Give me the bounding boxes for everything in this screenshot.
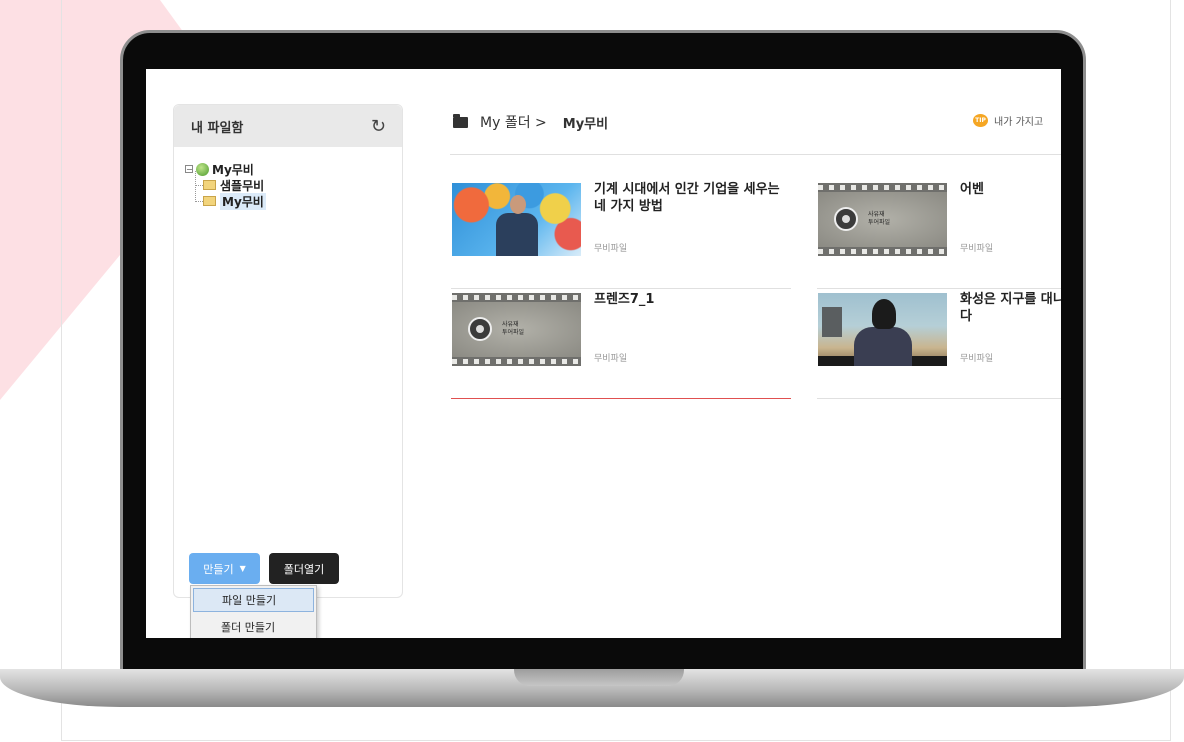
robot-figure xyxy=(822,307,842,337)
tree-item-label: 샘플무비 xyxy=(220,178,265,193)
movie-title[interactable]: 프렌즈7_1 xyxy=(594,291,784,308)
tree-item-label: My무비 xyxy=(220,192,266,210)
movie-card[interactable]: 화성은 지구를 대니다 무비파일 xyxy=(817,289,1061,399)
movie-thumbnail[interactable]: 사유재 투어파일 xyxy=(818,183,947,256)
sidebar-header: 내 파일함 ↻ xyxy=(174,105,402,147)
thumbnail-caption: 사유재 투어파일 xyxy=(502,321,525,336)
film-reel-icon xyxy=(834,207,858,231)
movie-title[interactable]: 기계 시대에서 인간 기업을 세우는 네 가지 방법 xyxy=(594,181,784,215)
folder-icon xyxy=(453,113,468,128)
movie-title[interactable]: 어벤 xyxy=(960,181,1061,198)
create-dropdown-menu: 파일 만들기 폴더 만들기 xyxy=(190,585,317,638)
refresh-icon[interactable]: ↻ xyxy=(371,116,386,137)
movie-type: 무비파일 xyxy=(594,354,628,364)
movie-card[interactable]: 사유재 투어파일 프렌즈7_1 무비파일 xyxy=(451,289,791,399)
laptop-notch xyxy=(514,669,684,686)
movie-card[interactable]: 기계 시대에서 인간 기업을 세우는 네 가지 방법 무비파일 xyxy=(451,179,791,289)
film-perforation xyxy=(452,359,581,364)
film-perforation xyxy=(818,185,947,190)
tip-icon: TIP xyxy=(973,114,988,127)
thumbnail-caption: 사유재 투어파일 xyxy=(868,211,891,226)
caret-down-icon: ▼ xyxy=(239,564,246,573)
open-folder-button[interactable]: 폴더열기 xyxy=(269,553,339,584)
app-screen: 내 파일함 ↻ − My무비 샘플무비 My무비 만들기 ▼ 폴더열기 파일 만… xyxy=(146,69,1061,638)
file-sidebar: 내 파일함 ↻ − My무비 샘플무비 My무비 만들기 ▼ 폴더열기 xyxy=(173,104,403,598)
header-divider xyxy=(450,154,1061,155)
collapse-toggle-icon[interactable]: − xyxy=(185,165,193,174)
folder-tree: − My무비 샘플무비 My무비 xyxy=(185,161,266,210)
menu-item-create-file[interactable]: 파일 만들기 xyxy=(193,588,314,612)
movie-type: 무비파일 xyxy=(960,244,994,254)
create-button-label: 만들기 xyxy=(203,562,234,576)
tip-text: 내가 가지고 xyxy=(994,117,1044,128)
movie-type: 무비파일 xyxy=(960,354,994,364)
film-perforation xyxy=(818,249,947,254)
speaker-figure xyxy=(854,327,912,366)
card-active-underline xyxy=(451,398,791,399)
movie-card[interactable]: 사유재 투어파일 어벤 무비파일 xyxy=(817,179,1061,289)
movie-title[interactable]: 화성은 지구를 대니다 xyxy=(960,291,1061,325)
folder-icon xyxy=(203,180,216,190)
tree-root-label: My무비 xyxy=(212,162,254,177)
film-perforation xyxy=(452,295,581,300)
menu-item-create-folder[interactable]: 폴더 만들기 xyxy=(191,614,316,638)
movie-type: 무비파일 xyxy=(594,244,628,254)
movie-thumbnail[interactable] xyxy=(818,293,947,366)
card-divider xyxy=(817,398,1061,399)
folder-icon xyxy=(203,196,216,206)
movie-thumbnail[interactable]: 사유재 투어파일 xyxy=(452,293,581,366)
speaker-figure xyxy=(496,213,538,256)
speaker-head xyxy=(872,299,896,329)
speaker-head xyxy=(510,195,526,214)
movie-thumbnail[interactable] xyxy=(452,183,581,256)
breadcrumb-current: My무비 xyxy=(562,116,609,132)
tip-banner[interactable]: TIP 내가 가지고 xyxy=(973,113,1043,128)
tree-item-sample[interactable]: 샘플무비 xyxy=(195,171,266,193)
create-button[interactable]: 만들기 ▼ xyxy=(189,553,260,584)
tree-item-mymovie[interactable]: My무비 xyxy=(195,187,266,210)
breadcrumb-parent[interactable]: My 폴더 > xyxy=(480,112,547,132)
breadcrumb: My 폴더 > My무비 xyxy=(453,112,608,132)
sidebar-title: 내 파일함 xyxy=(191,120,244,136)
film-reel-icon xyxy=(468,317,492,341)
